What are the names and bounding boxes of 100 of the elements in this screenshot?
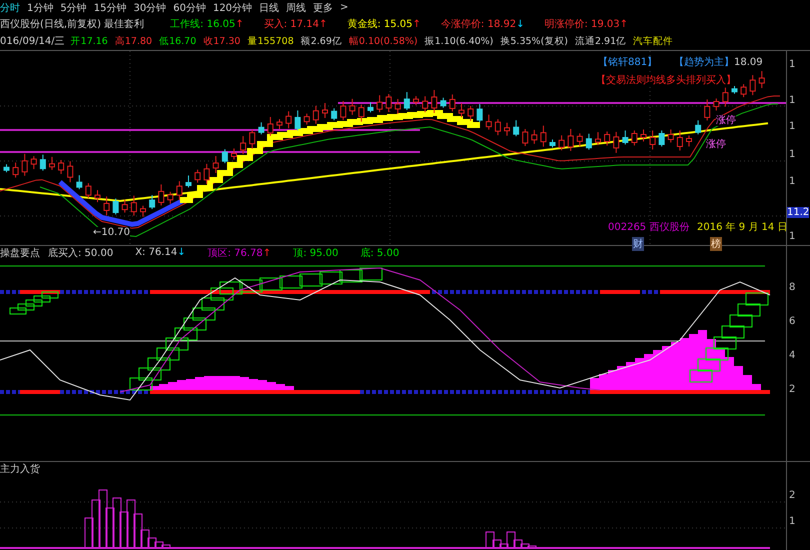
candlestick (58, 159, 64, 174)
histogram-bar (590, 378, 599, 390)
candlestick (595, 131, 601, 146)
chart-annotation: 涨停 (716, 114, 736, 126)
quote-stat: 换5.35%(复权) (500, 34, 568, 48)
candlestick (167, 191, 174, 204)
timeframe-tab[interactable]: 1分钟 (27, 0, 54, 15)
candlestick (258, 122, 264, 135)
candlestick (440, 97, 446, 108)
candlestick (130, 195, 137, 216)
candlestick (695, 120, 702, 135)
axis-label: 1 (789, 176, 796, 187)
timeframe-tab[interactable]: 120分钟 (212, 0, 252, 15)
timeframe-tab[interactable]: 30分钟 (133, 0, 166, 15)
candlestick (231, 148, 237, 160)
candlestick (550, 138, 556, 148)
candlestick (112, 198, 119, 215)
candlestick (49, 156, 55, 170)
candlestick (386, 93, 392, 112)
candlestick (294, 110, 301, 131)
timeframe-tab[interactable]: 分时 (0, 0, 20, 15)
axis-label: 1 (789, 120, 796, 132)
candlestick (176, 180, 182, 200)
event-marker[interactable]: 榜 (710, 236, 722, 251)
candlestick (140, 205, 146, 217)
axis-label: 4 (789, 350, 796, 361)
candlestick (449, 94, 456, 112)
axis-label: 11.2 (787, 206, 810, 218)
trend-arrow: ↑ (318, 19, 328, 30)
candlestick (513, 120, 520, 137)
candlestick (650, 130, 656, 150)
quote-stat: 收17.30 (203, 34, 240, 48)
trend-arrow: ↑ (235, 19, 244, 30)
candlestick (604, 130, 610, 146)
trend-arrow: ↑ (412, 19, 421, 30)
candlestick (349, 98, 356, 116)
indicator-title: 主力入货 (0, 462, 40, 476)
timeframe-tab[interactable]: 60分钟 (173, 0, 206, 15)
candlestick (640, 128, 646, 142)
candlestick (240, 135, 246, 154)
candlestick (158, 184, 164, 206)
candlestick (504, 122, 510, 136)
indicator-reading: 黄金线: 15.05 (347, 19, 413, 30)
quote-stat: 低16.70 (159, 34, 196, 48)
candlestick (540, 125, 546, 147)
quote-stat: 额2.69亿 (300, 34, 342, 48)
candlestick (576, 132, 583, 147)
quote-stat: 量155708 (247, 34, 294, 48)
candlestick (558, 134, 565, 151)
candlestick (186, 174, 192, 188)
axis-label: 2 (789, 384, 796, 395)
chart-annotation: 2016 年 9 月 14 日 (697, 222, 788, 233)
candlestick (586, 133, 592, 150)
candlestick (568, 128, 574, 152)
indicator-reading: 顶: 95.00 (293, 248, 338, 259)
candlestick (368, 102, 374, 113)
candlestick (758, 70, 765, 88)
candlestick (468, 105, 474, 122)
timeframe-tab[interactable]: 15分钟 (94, 0, 126, 15)
chart-annotation: 涨停 (706, 138, 726, 150)
candlestick (331, 108, 338, 121)
candlestick (686, 134, 692, 147)
event-marker[interactable]: 财 (632, 236, 644, 251)
candlestick (94, 189, 100, 202)
candlestick (494, 118, 501, 136)
candlestick (431, 89, 438, 114)
trend-arrow: ↑ (262, 248, 272, 259)
candlestick (422, 96, 428, 113)
candlestick (340, 100, 346, 120)
quote-date: 016/09/14/三 (0, 35, 65, 48)
candlestick (722, 86, 728, 107)
candlestick (194, 169, 201, 183)
candlestick (249, 129, 256, 150)
candlestick (149, 194, 156, 210)
candlestick (676, 130, 683, 151)
timeframe-tab[interactable]: 周线 (286, 0, 306, 15)
candlestick (222, 148, 228, 164)
chart-annotation: 18.09 (734, 56, 763, 68)
indicator-title: 操盘要点 (0, 246, 40, 260)
indicator-reading: 顶区: 76.78 (208, 248, 263, 259)
candlestick (486, 114, 492, 130)
candlestick (668, 128, 674, 143)
more-arrow[interactable]: > (340, 2, 348, 14)
candlestick (613, 131, 620, 154)
indicator-reading: 底买入: 50.00 (48, 248, 114, 259)
quote-stat: 流通2.91亿 (574, 34, 626, 48)
candlestick (658, 130, 665, 147)
indicator-reading: 今涨停价: 18.92 (440, 19, 516, 30)
timeframe-tab[interactable]: 日线 (259, 0, 280, 15)
candlestick (276, 118, 282, 130)
timeframe-tab[interactable]: 5分钟 (60, 0, 87, 15)
volume-bar (112, 498, 122, 548)
candlestick (750, 74, 756, 96)
timeframe-tab[interactable]: 更多 (313, 0, 334, 15)
chart-annotation: 002265 西仪股份 (608, 222, 690, 233)
volume-bar (126, 500, 136, 548)
axis-label: 1 (789, 516, 796, 527)
quote-stat: 开17.16 (70, 34, 108, 48)
quote-stat: 汽车配件 (633, 34, 674, 48)
candlestick (12, 162, 19, 178)
